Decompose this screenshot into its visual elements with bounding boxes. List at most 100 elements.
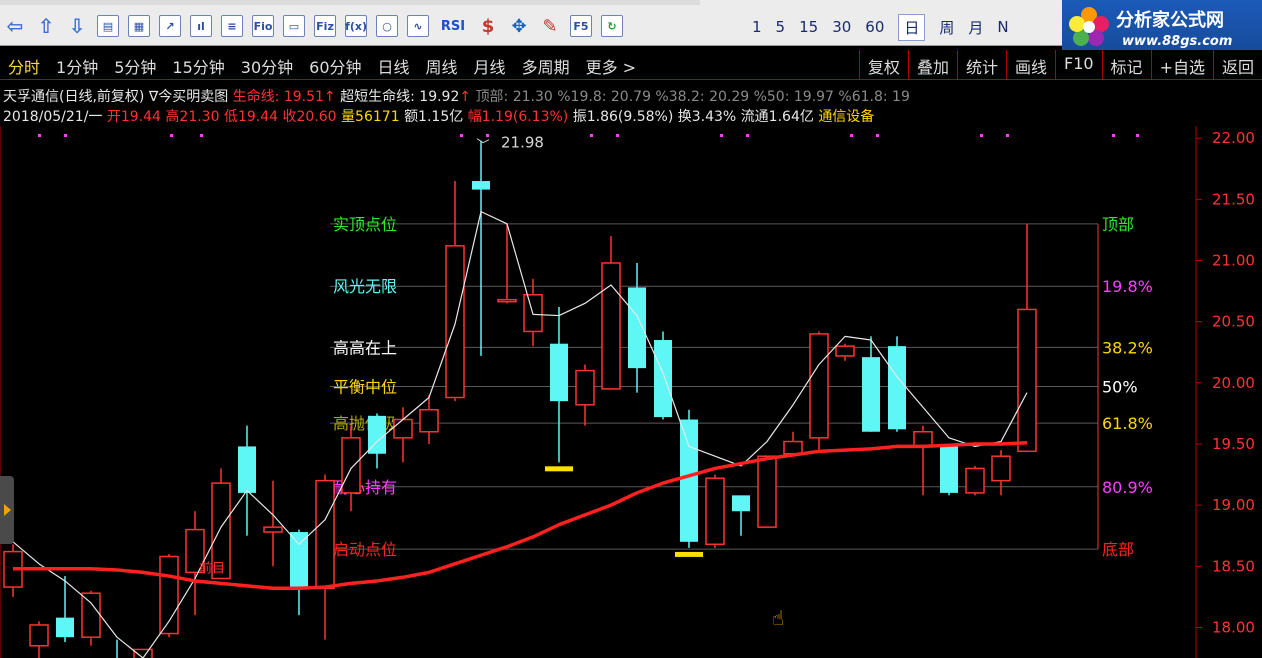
candle-body[interactable] xyxy=(913,430,933,448)
candle-body[interactable] xyxy=(991,455,1011,482)
candle-icon[interactable]: ıl xyxy=(190,15,212,37)
fx-icon[interactable]: f(x) xyxy=(345,15,367,37)
fiz-icon[interactable]: Fiz xyxy=(314,15,336,37)
life-line-value: 19.51 xyxy=(283,89,324,105)
period-dot-marker xyxy=(746,134,749,137)
candle-body[interactable] xyxy=(575,369,595,406)
doc-icon[interactable]: ▭ xyxy=(283,15,305,37)
f5-icon[interactable]: F5 xyxy=(570,15,592,37)
candle-body[interactable] xyxy=(315,479,335,590)
period-n[interactable]: N xyxy=(997,18,1008,36)
site-logo: 分析家公式网 www.88gs.com xyxy=(1062,0,1262,56)
circle-icon[interactable]: ○ xyxy=(376,15,398,37)
line-chart-icon[interactable]: ↗ xyxy=(159,15,181,37)
tab-5min[interactable]: 5分钟 xyxy=(106,52,164,78)
tab-monthly[interactable]: 月线 xyxy=(466,52,514,78)
period-day[interactable]: 日 xyxy=(898,13,926,41)
tab-intraday[interactable]: 分时 xyxy=(0,52,48,78)
pencil-icon[interactable]: ✎ xyxy=(539,15,561,37)
candle-body[interactable] xyxy=(497,298,517,303)
candle-body[interactable] xyxy=(290,532,308,589)
period-15[interactable]: 15 xyxy=(799,18,818,36)
candle-body[interactable] xyxy=(965,467,985,494)
candle-body[interactable] xyxy=(835,345,855,357)
period-dot-marker xyxy=(720,134,723,137)
down-arrow-icon[interactable]: ⇩ xyxy=(66,14,88,38)
candle-body[interactable] xyxy=(654,340,672,418)
candle-body[interactable] xyxy=(705,477,725,546)
indicator-name[interactable]: ∇今买明卖图 xyxy=(149,89,228,105)
adjust-button[interactable]: 复权 xyxy=(858,50,908,80)
tab-60min[interactable]: 60分钟 xyxy=(301,52,369,78)
candle-body[interactable] xyxy=(419,408,439,433)
candle-body[interactable] xyxy=(732,495,750,512)
candle-body[interactable] xyxy=(393,418,413,439)
tab-daily[interactable]: 日线 xyxy=(370,52,418,78)
candle-body[interactable] xyxy=(1017,308,1037,453)
back-button[interactable]: 返回 xyxy=(1212,50,1262,80)
period-week[interactable]: 周 xyxy=(939,17,954,38)
candle-body[interactable] xyxy=(341,437,361,494)
rsi-icon[interactable]: RSI xyxy=(438,15,468,37)
wave-icon[interactable]: ∿ xyxy=(407,15,429,37)
overlay-button[interactable]: 叠加 xyxy=(907,50,957,80)
candle-body[interactable] xyxy=(550,343,568,402)
period-month[interactable]: 月 xyxy=(968,17,983,38)
side-panel-toggle[interactable] xyxy=(0,476,14,544)
tab-weekly[interactable]: 周线 xyxy=(418,52,466,78)
candle-body[interactable] xyxy=(809,333,829,439)
period-5[interactable]: 5 xyxy=(776,18,786,36)
quote-sector[interactable]: 通信设备 xyxy=(818,109,874,125)
period-buttons: 1 5 15 30 60 日 周 月 N xyxy=(752,13,1023,41)
tab-multi-period[interactable]: 多周期 xyxy=(514,52,578,78)
grid-icon[interactable]: ▦ xyxy=(128,15,150,37)
candle-body[interactable] xyxy=(56,617,74,638)
candle-body[interactable] xyxy=(238,446,256,493)
add-watchlist-button[interactable]: +自选 xyxy=(1150,50,1213,80)
hand-cursor-icon: ☝ xyxy=(772,606,785,630)
tab-15min[interactable]: 15分钟 xyxy=(164,52,232,78)
candle-body[interactable] xyxy=(628,287,646,369)
quote-open: 开19.44 xyxy=(106,109,161,125)
level-values: 顶部: 21.30 %19.8: 20.79 %38.2: 20.29 %50:… xyxy=(475,89,910,105)
refresh-icon[interactable]: ↻ xyxy=(601,15,623,37)
tab-more[interactable]: 更多 > xyxy=(578,52,645,78)
candle-body[interactable] xyxy=(601,262,621,390)
period-1[interactable]: 1 xyxy=(752,18,762,36)
indicator-info-line: 天孚通信(日线,前复权) ∇今买明卖图 生命线: 19.51↑ 超短生命线: 1… xyxy=(3,86,910,106)
candlestick-chart[interactable]: 22.00 21.50 21.00 20.50 20.00 19.50 19.00 18.50… xyxy=(0,126,1262,658)
candle-body[interactable] xyxy=(940,446,958,493)
tab-30min[interactable]: 30分钟 xyxy=(233,52,301,78)
toolbar-icons: ⇦ ⇧ ⇩ ▤ ▦ ↗ ıl ≡ Fio ▭ Fiz f(x) ○ ∿ RSI … xyxy=(4,12,632,40)
dollar-icon[interactable]: $ xyxy=(477,15,499,37)
candle-body[interactable] xyxy=(757,455,777,528)
candle-body[interactable] xyxy=(680,419,698,542)
candle-body[interactable] xyxy=(783,440,803,455)
logo-url: www.88gs.com xyxy=(1122,34,1233,49)
candle-body[interactable] xyxy=(888,346,906,430)
fio-icon[interactable]: Fio xyxy=(252,15,274,37)
y-tick-label: 21.50 xyxy=(1212,190,1255,208)
mark-button[interactable]: 标记 xyxy=(1101,50,1151,80)
candle-body[interactable] xyxy=(81,592,101,638)
move-icon[interactable]: ✥ xyxy=(508,15,530,37)
candle-body[interactable] xyxy=(862,357,880,432)
f10-book-icon[interactable]: ▤ xyxy=(97,15,119,37)
candle-body[interactable] xyxy=(472,181,490,190)
draw-button[interactable]: 画线 xyxy=(1005,50,1055,80)
list-icon[interactable]: ≡ xyxy=(221,15,243,37)
up-arrow-icon[interactable]: ⇧ xyxy=(35,14,57,38)
y-tick-label: 21.00 xyxy=(1212,252,1255,270)
period-60[interactable]: 60 xyxy=(865,18,884,36)
tab-1min[interactable]: 1分钟 xyxy=(48,52,106,78)
level-right-label: 顶部 xyxy=(1102,215,1134,234)
candle-body[interactable] xyxy=(263,526,283,533)
candle-body[interactable] xyxy=(29,624,49,647)
stats-button[interactable]: 统计 xyxy=(956,50,1006,80)
back-arrow-icon[interactable]: ⇦ xyxy=(4,14,26,38)
f10-button[interactable]: F10 xyxy=(1054,50,1102,80)
level-right-label: 38.2% xyxy=(1102,338,1153,357)
quote-amplitude: 振1.86(9.58%) xyxy=(572,109,674,125)
period-30[interactable]: 30 xyxy=(832,18,851,36)
period-bar-actions: 复权 叠加 统计 画线 F10 标记 +自选 返回 xyxy=(858,50,1262,80)
